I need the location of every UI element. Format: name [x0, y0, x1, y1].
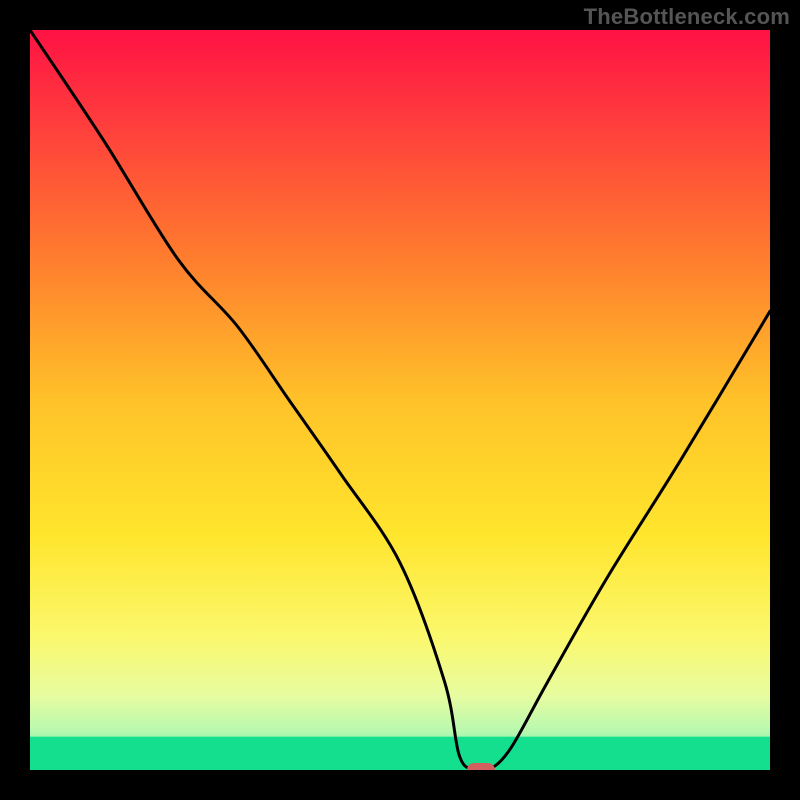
plot-area	[30, 30, 770, 770]
watermark-text: TheBottleneck.com	[584, 4, 790, 30]
optimal-marker	[467, 763, 495, 770]
bottleneck-curve	[30, 30, 770, 770]
chart-frame: TheBottleneck.com	[0, 0, 800, 800]
